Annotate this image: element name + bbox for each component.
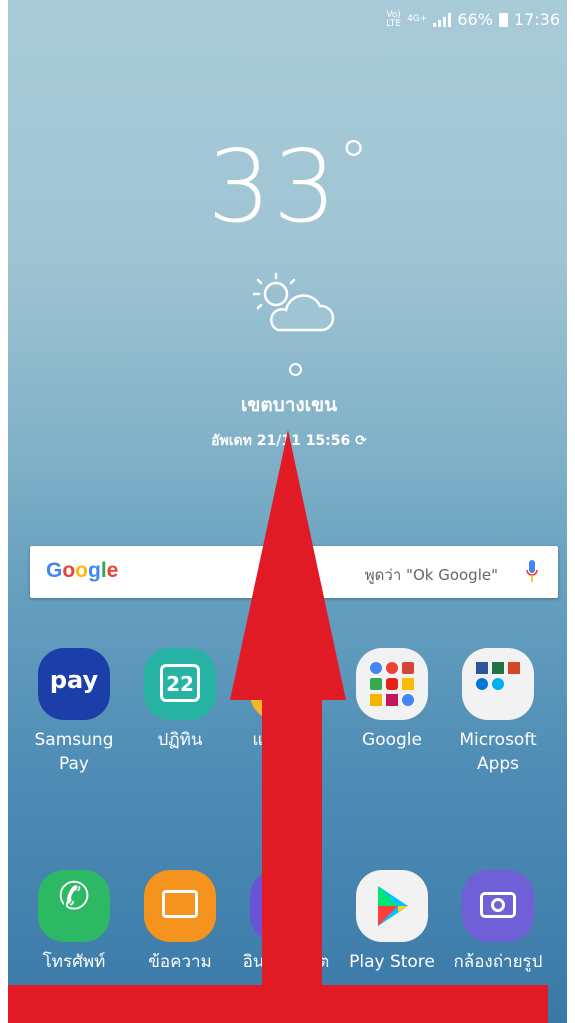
- status-bar: Vo) LTE 4G+ 66% 17:36: [386, 10, 560, 29]
- clock: 17:36: [513, 10, 560, 29]
- network-type: 4G+: [407, 14, 428, 24]
- play-store-icon: [356, 870, 428, 942]
- internet-icon: [250, 870, 322, 942]
- phone-icon: ✆: [38, 870, 110, 942]
- app-label: Google: [362, 730, 422, 750]
- folder-google[interactable]: Google: [342, 648, 442, 752]
- frame-right: [567, 0, 575, 1023]
- app-phone[interactable]: ✆ โทรศัพท์: [24, 870, 124, 974]
- mic-icon[interactable]: [526, 560, 538, 584]
- app-calendar[interactable]: 22 ปฏิทิน: [130, 648, 230, 752]
- google-logo: Google: [46, 559, 119, 582]
- app-label: อินเทอร์เน็ต: [242, 952, 330, 972]
- app-internet[interactable]: อินเทอร์เน็ต: [236, 870, 336, 974]
- app-label: โทรศัพท์: [42, 952, 106, 972]
- temperature[interactable]: 33°: [8, 128, 570, 245]
- location-pin-icon: [289, 363, 302, 376]
- app-label: Samsung Pay: [34, 730, 114, 774]
- folder-microsoft[interactable]: Microsoft Apps: [448, 648, 548, 776]
- home-screen: Vo) LTE 4G+ 66% 17:36 33° เขตบางเขน อัพเด…: [8, 0, 570, 1023]
- weather-updated[interactable]: อัพเดท 21/11 15:56 ⟳: [8, 430, 570, 452]
- microsoft-folder-icon: [462, 648, 534, 720]
- app-play-store[interactable]: Play Store: [342, 870, 442, 974]
- camera-icon: [462, 870, 534, 942]
- battery-icon: [498, 12, 508, 27]
- app-messages[interactable]: ข้อความ: [130, 870, 230, 974]
- app-label: ข้อความ: [148, 952, 212, 972]
- voice-hint: พูดว่า "Ok Google": [364, 566, 498, 584]
- gallery-icon: [250, 648, 322, 720]
- app-label: กล้องถ่ายรูป: [453, 952, 543, 972]
- frame-left: [0, 0, 8, 1023]
- app-label: ปฏิทิน: [157, 730, 203, 750]
- google-search-bar[interactable]: Google พูดว่า "Ok Google": [30, 546, 558, 598]
- app-label: Microsoft Apps: [459, 730, 537, 774]
- signal-icon: [433, 12, 452, 27]
- refresh-icon[interactable]: ⟳: [355, 433, 367, 449]
- page-indicator: [270, 813, 294, 820]
- partly-cloudy-icon: [252, 272, 335, 332]
- battery-percent: 66%: [457, 10, 493, 29]
- app-label: แกลเลอรี่: [252, 730, 320, 750]
- app-label: Play Store: [349, 952, 435, 972]
- google-folder-icon: [356, 648, 428, 720]
- app-gallery[interactable]: แกลเลอรี่: [236, 648, 336, 752]
- calendar-icon: 22: [144, 648, 216, 720]
- app-samsung-pay[interactable]: pay Samsung Pay: [24, 648, 124, 776]
- location-name[interactable]: เขตบางเขน: [8, 390, 570, 420]
- samsung-pay-icon: pay: [38, 648, 110, 720]
- app-camera[interactable]: กล้องถ่ายรูป: [448, 870, 548, 974]
- volte-indicator: Vo) LTE: [386, 9, 402, 29]
- message-icon: [144, 870, 216, 942]
